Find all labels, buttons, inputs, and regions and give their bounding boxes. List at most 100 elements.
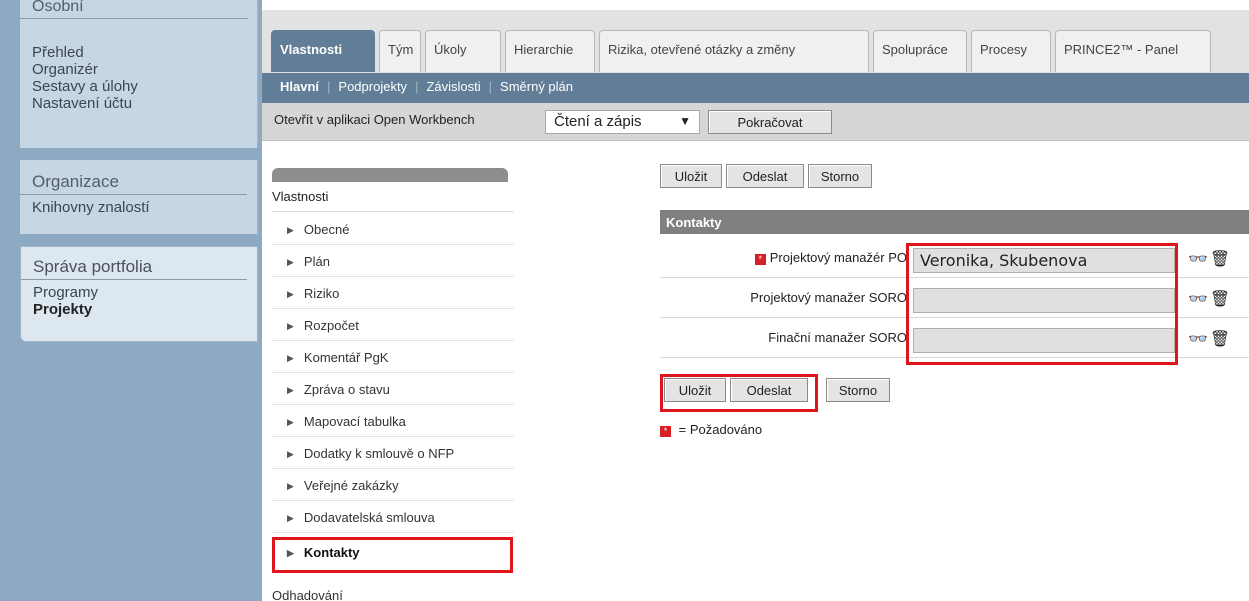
sidebar-item-projekty[interactable]: Projekty: [21, 301, 257, 318]
tab-procesy[interactable]: Procesy: [971, 30, 1051, 72]
field-row-financni-manazer-soro: Finační manažer SORO 👓🗑: [660, 320, 1249, 358]
subnav-podprojekty[interactable]: Podprojekty: [338, 79, 407, 94]
propnav-item-rozpocet[interactable]: ▶ Rozpočet: [272, 309, 514, 341]
subnav-zavislosti[interactable]: Závislosti: [426, 79, 480, 94]
tab-ukoly[interactable]: Úkoly: [425, 30, 501, 72]
submit-button[interactable]: Odeslat: [726, 164, 804, 188]
propnav-item-zprava[interactable]: ▶ Zpráva o stavu: [272, 373, 514, 405]
propnav-item-kontakty[interactable]: ▶ Kontakty: [272, 537, 513, 573]
sidebar-section-osobni: Osobní Přehled Organizér Sestavy a úlohy…: [20, 0, 258, 148]
submit-button[interactable]: Odeslat: [730, 378, 808, 402]
propnav-item-label: Plán: [303, 254, 330, 269]
dropdown-arrow-icon: ▼: [679, 114, 691, 128]
projektovy-manazer-soro-field[interactable]: [913, 288, 1175, 313]
sidebar-item-nastaveni[interactable]: Nastavení účtu: [20, 95, 257, 112]
divider: [272, 211, 514, 212]
sidebar-item-sestavy[interactable]: Sestavy a úlohy: [20, 78, 257, 95]
subnav-hlavni[interactable]: Hlavní: [280, 79, 319, 94]
tab-spoluprace[interactable]: Spolupráce: [873, 30, 967, 72]
triangle-right-icon: ▶: [287, 289, 294, 299]
save-button[interactable]: Uložit: [660, 164, 722, 188]
propnav-item-label: Mapovací tabulka: [303, 414, 406, 429]
tab-rizika[interactable]: Rizika, otevřené otázky a změny: [599, 30, 869, 72]
triangle-right-icon: ▶: [287, 353, 294, 363]
required-legend-text: = Požadováno: [678, 422, 763, 437]
propnav-item-dodavatelska[interactable]: ▶ Dodavatelská smlouva: [272, 501, 514, 533]
sidebar-heading-organizace: Organizace: [20, 172, 247, 195]
trash-icon[interactable]: 🗑: [1210, 251, 1232, 268]
field-icons: 👓🗑: [1188, 289, 1232, 309]
required-icon: *: [660, 426, 671, 437]
binoculars-icon[interactable]: 👓: [1188, 251, 1210, 268]
propnav-item-label: Rozpočet: [303, 318, 359, 333]
binoculars-icon[interactable]: 👓: [1188, 331, 1210, 348]
bottom-button-row: Uložit Odeslat Storno: [660, 376, 960, 404]
tab-hierarchie[interactable]: Hierarchie: [505, 30, 595, 72]
subnav-separator: |: [488, 79, 493, 94]
top-button-row: Uložit Odeslat Storno: [660, 162, 960, 190]
field-label: * Projektový manažér PO: [754, 250, 907, 265]
open-workbench-toolbar: Otevřít v aplikaci Open Workbench Čtení …: [262, 103, 1249, 141]
propnav-item-dodatky[interactable]: ▶ Dodatky k smlouvě o NFP: [272, 437, 514, 469]
cancel-button[interactable]: Storno: [808, 164, 872, 188]
propnav-item-label: Zpráva o stavu: [303, 382, 390, 397]
required-icon: *: [754, 254, 766, 265]
left-sidebar: Osobní Přehled Organizér Sestavy a úlohy…: [0, 0, 262, 601]
triangle-right-icon: ▶: [287, 513, 294, 523]
sub-navigation: Hlavní | Podprojekty | Závislosti | Směrný plá…: [262, 73, 1249, 103]
subnav-smerny-plan[interactable]: Směrný plán: [500, 79, 573, 94]
projektovy-manazer-po-field[interactable]: Veronika, Skubenova: [913, 248, 1175, 273]
access-mode-select[interactable]: Čtení a zápis ▼: [545, 110, 700, 134]
propnav-item-obecne[interactable]: ▶ Obecné: [272, 213, 514, 245]
triangle-right-icon: ▶: [287, 321, 294, 331]
properties-nav-title: Vlastnosti: [272, 189, 329, 204]
propnav-item-riziko[interactable]: ▶ Riziko: [272, 277, 514, 309]
tab-tym[interactable]: Tým: [379, 30, 421, 72]
save-button[interactable]: Uložit: [664, 378, 726, 402]
sidebar-item-programy[interactable]: Programy: [21, 284, 257, 301]
sidebar-heading-sprava: Správa portfolia: [21, 257, 247, 280]
propnav-item-plan[interactable]: ▶ Plán: [272, 245, 514, 277]
trash-icon[interactable]: 🗑: [1210, 291, 1232, 308]
propnav-item-label: Veřejné zakázky: [303, 478, 399, 493]
propnav-item-odhadovani[interactable]: Odhadování: [272, 588, 343, 601]
cancel-button[interactable]: Storno: [826, 378, 890, 402]
trash-icon[interactable]: 🗑: [1210, 331, 1232, 348]
propnav-item-label: Riziko: [303, 286, 340, 301]
required-legend: * = Požadováno: [660, 422, 762, 437]
field-icons: 👓🗑: [1188, 249, 1232, 269]
open-workbench-label: Otevřít v aplikaci Open Workbench: [274, 112, 475, 127]
propnav-item-komentar[interactable]: ▶ Komentář PgK: [272, 341, 514, 373]
sidebar-item-prehled[interactable]: Přehled: [20, 44, 257, 61]
field-label: Finační manažer SORO: [768, 330, 907, 345]
triangle-right-icon: ▶: [287, 449, 294, 459]
sidebar-item-knihovny[interactable]: Knihovny znalostí: [20, 199, 257, 216]
properties-nav-header-bar: [272, 168, 508, 182]
propnav-item-label: Dodavatelská smlouva: [303, 510, 435, 525]
field-row-projektovy-manazer-soro: Projektový manažer SORO 👓🗑: [660, 280, 1249, 318]
tab-vlastnosti[interactable]: Vlastnosti: [271, 30, 375, 72]
triangle-right-icon: ▶: [287, 417, 294, 427]
sidebar-item-organizer[interactable]: Organizér: [20, 61, 257, 78]
propnav-item-label: Komentář PgK: [303, 350, 389, 365]
sidebar-heading-osobni: Osobní: [20, 0, 248, 19]
subnav-separator: |: [327, 79, 331, 94]
tab-bar: Vlastnosti Tým Úkoly Hierarchie Rizika, …: [262, 0, 1249, 73]
subnav-separator: |: [415, 79, 419, 94]
propnav-item-label: Kontakty: [303, 545, 360, 560]
access-mode-value: Čtení a zápis: [554, 113, 642, 130]
contacts-section-header: Kontakty: [660, 210, 1249, 234]
tab-prince2-panel[interactable]: PRINCE2™ - Panel: [1055, 30, 1211, 72]
propnav-item-verejne[interactable]: ▶ Veřejné zakázky: [272, 469, 514, 501]
sidebar-section-organizace: Organizace Knihovny znalostí: [20, 160, 258, 234]
properties-nav: Vlastnosti ▶ Obecné ▶ Plán ▶ Riziko ▶ Rozpoč…: [262, 165, 514, 601]
continue-button[interactable]: Pokračovat: [708, 110, 832, 134]
triangle-right-icon: ▶: [287, 548, 294, 558]
field-row-projektovy-manazer-po: * Projektový manažér PO Veronika, Skubeno…: [660, 240, 1249, 278]
field-icons: 👓🗑: [1188, 329, 1232, 349]
propnav-item-label: Dodatky k smlouvě o NFP: [303, 446, 455, 461]
binoculars-icon[interactable]: 👓: [1188, 291, 1210, 308]
propnav-item-mapovaci[interactable]: ▶ Mapovací tabulka: [272, 405, 514, 437]
sidebar-section-sprava-portfolia: Správa portfolia Programy Projekty: [20, 246, 258, 342]
financni-manazer-soro-field[interactable]: [913, 328, 1175, 353]
